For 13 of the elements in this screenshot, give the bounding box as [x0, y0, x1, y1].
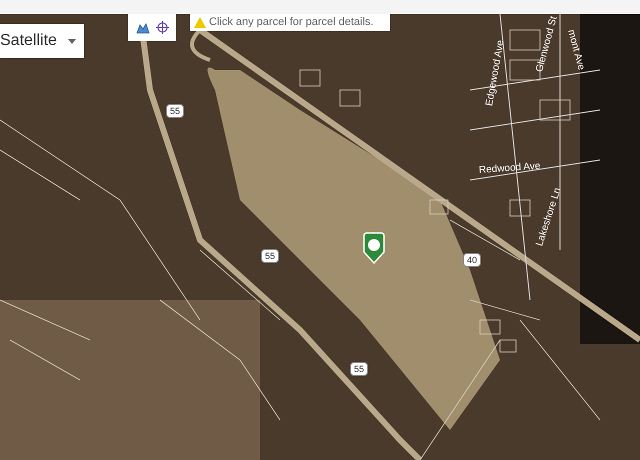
- route-shield: 55: [261, 249, 280, 263]
- street-label: mont Ave: [564, 28, 587, 72]
- route-shield: 55: [166, 104, 184, 118]
- caret-icon: [68, 38, 76, 44]
- route-shield: 40: [463, 253, 482, 267]
- warning-icon: [194, 17, 206, 28]
- map-type-dropdown[interactable]: Satellite: [0, 24, 84, 58]
- street-label: Redwood Ave: [478, 160, 541, 177]
- notice-text: Click any parcel for parcel details.: [209, 16, 374, 29]
- crosshair-icon[interactable]: [156, 21, 168, 34]
- layers-icon[interactable]: [136, 22, 150, 34]
- street-label: Edgewood Ave: [484, 39, 508, 108]
- route-shield: 55: [350, 362, 368, 376]
